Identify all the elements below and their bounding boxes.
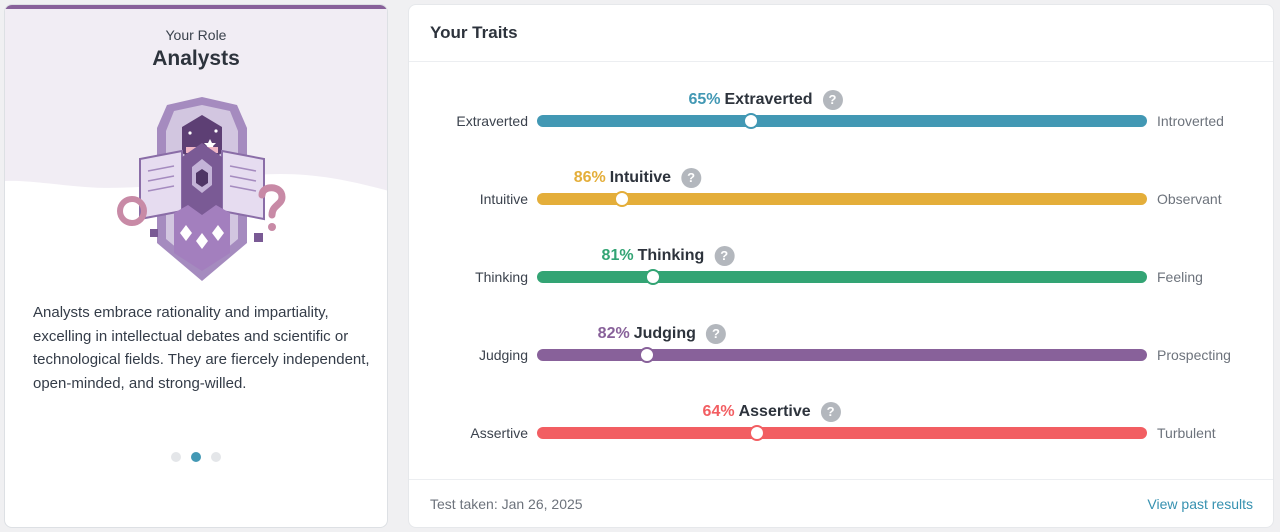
question-mark-icon[interactable]: ? bbox=[681, 168, 702, 188]
trait-left-label: Extraverted bbox=[456, 113, 528, 129]
trait-row: 64% Assertive ? Assertive Turbulent bbox=[409, 402, 1273, 462]
question-mark-icon[interactable]: ? bbox=[714, 246, 735, 266]
trait-bar bbox=[537, 427, 1147, 439]
trait-slider-knob bbox=[644, 269, 661, 285]
trait-left-label: Thinking bbox=[475, 269, 528, 285]
trait-row: 81% Thinking ? Thinking Feeling bbox=[409, 246, 1273, 306]
carousel-dot-active[interactable] bbox=[191, 452, 201, 462]
trait-row: 65% Extraverted ? Extraverted Introverte… bbox=[409, 90, 1273, 150]
trait-name: Judging bbox=[633, 325, 696, 342]
trait-slider-knob bbox=[638, 347, 655, 363]
trait-percent: 82% bbox=[597, 325, 630, 342]
role-label: Your Role bbox=[165, 27, 227, 43]
trait-percent: 65% bbox=[688, 91, 721, 108]
trait-right-label: Turbulent bbox=[1157, 425, 1216, 441]
trait-percent: 64% bbox=[702, 403, 735, 420]
role-name: Analysts bbox=[152, 47, 240, 70]
traits-title: Your Traits bbox=[430, 23, 518, 42]
carousel-dots bbox=[5, 452, 387, 462]
trait-percent: 86% bbox=[573, 169, 606, 186]
role-card: Your Role Analysts Analysts embrace rati… bbox=[4, 4, 388, 528]
trait-heading: 82% Judging ? bbox=[598, 324, 726, 344]
trait-right-label: Observant bbox=[1157, 191, 1222, 207]
test-taken-date: Test taken: Jan 26, 2025 bbox=[430, 496, 583, 512]
trait-name: Intuitive bbox=[609, 169, 672, 186]
trait-right-label: Introverted bbox=[1157, 113, 1224, 129]
trait-heading: 64% Assertive ? bbox=[703, 402, 841, 422]
trait-slider-knob bbox=[742, 113, 759, 129]
trait-heading: 86% Intuitive ? bbox=[573, 168, 702, 188]
view-past-results-link[interactable]: View past results bbox=[1147, 496, 1253, 512]
divider bbox=[409, 479, 1273, 480]
traits-card: Your Traits 65% Extraverted ? Extraverte… bbox=[408, 4, 1274, 528]
divider bbox=[409, 61, 1273, 62]
trait-heading: 65% Extraverted ? bbox=[688, 90, 843, 110]
trait-name: Extraverted bbox=[724, 91, 813, 108]
trait-row: 82% Judging ? Judging Prospecting bbox=[409, 324, 1273, 384]
question-mark-icon[interactable]: ? bbox=[822, 90, 843, 110]
trait-left-label: Intuitive bbox=[479, 191, 528, 207]
carousel-dot[interactable] bbox=[211, 452, 221, 462]
question-mark-icon[interactable]: ? bbox=[705, 324, 726, 344]
trait-name: Thinking bbox=[637, 247, 705, 264]
trait-name: Assertive bbox=[738, 403, 811, 420]
trait-bar bbox=[537, 271, 1147, 283]
trait-left-label: Judging bbox=[478, 347, 528, 363]
trait-left-label: Assertive bbox=[470, 425, 528, 441]
trait-right-label: Prospecting bbox=[1157, 347, 1231, 363]
trait-bar bbox=[537, 349, 1147, 361]
trait-heading: 81% Thinking ? bbox=[602, 246, 735, 266]
trait-bar bbox=[537, 115, 1147, 127]
analysts-shield-icon bbox=[117, 97, 286, 281]
trait-row: 86% Intuitive ? Intuitive Observant bbox=[409, 168, 1273, 228]
role-description: Analysts embrace rationality and imparti… bbox=[33, 304, 370, 392]
trait-right-label: Feeling bbox=[1157, 269, 1203, 285]
question-mark-icon[interactable]: ? bbox=[820, 402, 841, 422]
trait-slider-knob bbox=[748, 425, 765, 441]
trait-percent: 81% bbox=[601, 247, 634, 264]
carousel-dot[interactable] bbox=[171, 452, 181, 462]
